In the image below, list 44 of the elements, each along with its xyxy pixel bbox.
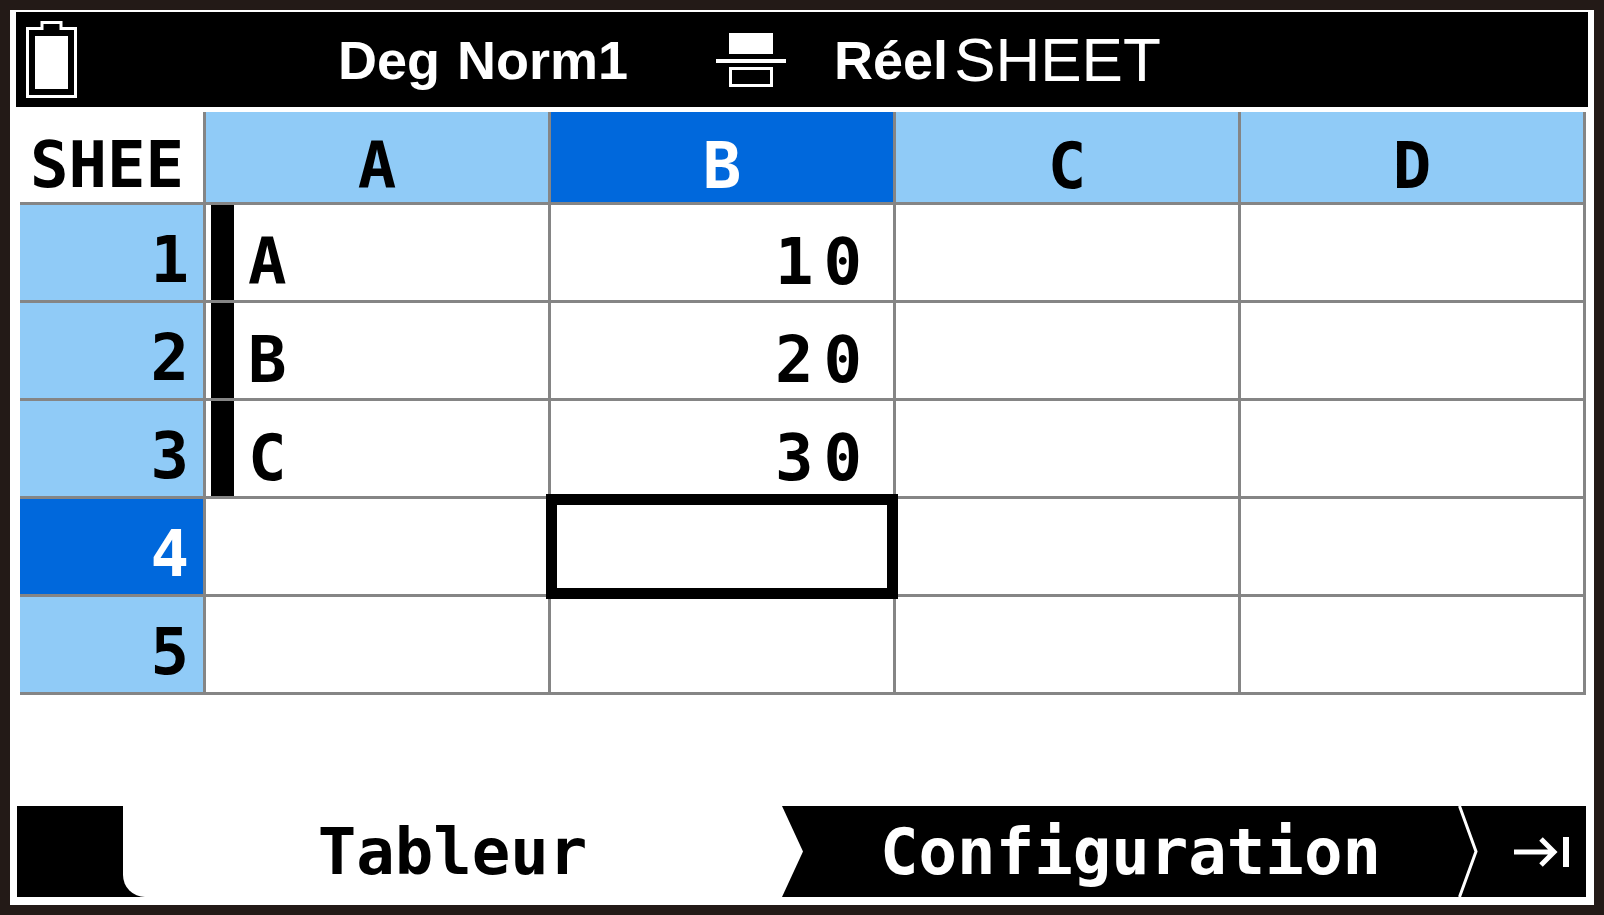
row-header[interactable]: 3	[20, 401, 203, 496]
table-cell[interactable]: 30	[551, 401, 893, 496]
cell-value: 20	[774, 329, 873, 391]
fraction-icon	[716, 32, 787, 87]
column-header[interactable]: C	[896, 112, 1238, 202]
table-cell[interactable]	[206, 499, 548, 594]
cell-value: 30	[774, 427, 873, 489]
tab[interactable]: Tableur	[123, 806, 803, 897]
arrow-to-bar-icon	[1514, 834, 1570, 869]
column-header[interactable]: D	[1241, 112, 1583, 202]
number-format-label: Norm1	[457, 32, 629, 87]
column-header[interactable]: A	[206, 112, 548, 202]
cell-value: 10	[774, 231, 873, 293]
table-cell[interactable]	[1241, 499, 1583, 594]
app-title: SHEET	[954, 28, 1161, 91]
table-cell[interactable]	[896, 499, 1238, 594]
table-cell[interactable]: 10	[551, 205, 893, 300]
table-cell[interactable]: 20	[551, 303, 893, 398]
sheet-name-label: SHEE	[29, 134, 185, 196]
table-cell[interactable]	[896, 401, 1238, 496]
table-cell[interactable]	[1241, 303, 1583, 398]
table-cell[interactable]	[896, 205, 1238, 300]
table-cell[interactable]	[551, 597, 893, 692]
table-cell[interactable]	[896, 597, 1238, 692]
table-cell[interactable]	[896, 303, 1238, 398]
cell-value: A	[247, 231, 287, 293]
table-cell[interactable]: A	[206, 205, 548, 300]
table-cell[interactable]: B	[206, 303, 548, 398]
table-cell[interactable]	[1241, 597, 1583, 692]
table-cell[interactable]: C	[206, 401, 548, 496]
cell-value: C	[247, 427, 287, 489]
battery-icon	[26, 21, 77, 98]
column-header[interactable]: B	[551, 112, 893, 202]
complex-mode-label: Réel	[834, 32, 949, 87]
row-header[interactable]: 4	[20, 499, 203, 594]
table-cell[interactable]	[1241, 205, 1583, 300]
row-header[interactable]: 1	[20, 205, 203, 300]
row-header[interactable]: 2	[20, 303, 203, 398]
table-cell[interactable]	[1241, 401, 1583, 496]
chevron-icon	[1458, 806, 1478, 897]
row-header[interactable]: 5	[20, 597, 203, 692]
table-cell[interactable]	[206, 597, 548, 692]
table-cell[interactable]	[546, 494, 898, 599]
cell-value: B	[247, 329, 287, 391]
